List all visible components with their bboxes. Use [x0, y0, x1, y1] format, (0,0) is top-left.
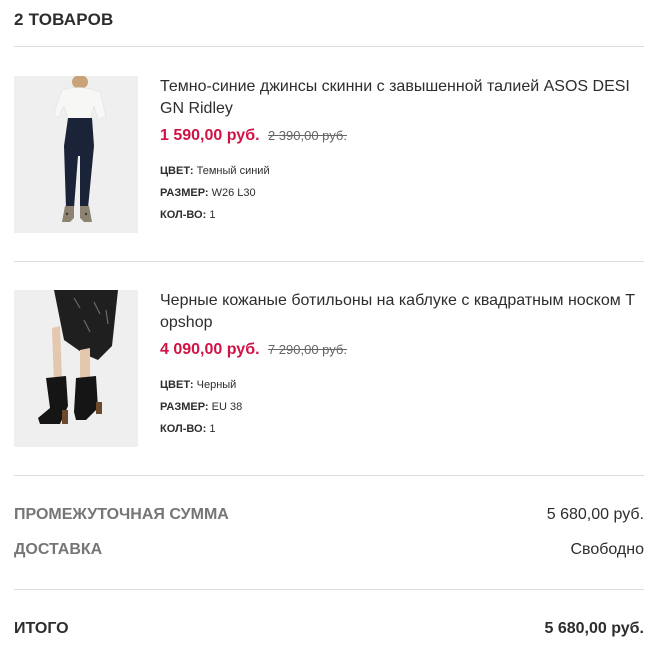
product-image-jeans[interactable]: [14, 76, 138, 233]
delivery-row: ДОСТАВКА Свободно: [14, 541, 644, 561]
quantity-value: 1: [209, 209, 216, 221]
item-info: Темно-синие джинсы скинни с завышенной т…: [160, 76, 642, 226]
size-label: РАЗМЕР:: [160, 187, 209, 199]
color-label: ЦВЕТ:: [160, 165, 194, 177]
size-value: W26 L30: [211, 187, 256, 199]
quantity-attribute: КОЛ-ВО: 1: [160, 204, 642, 226]
size-attribute: РАЗМЕР: W26 L30: [160, 182, 642, 204]
jeans-image-icon: [14, 76, 138, 233]
subtotal-row: ПРОМЕЖУТОЧНАЯ СУММА 5 680,00 руб.: [14, 506, 644, 526]
divider: [14, 46, 644, 47]
item-attributes: ЦВЕТ: Черный РАЗМЕР: EU 38 КОЛ-ВО: 1: [160, 374, 642, 440]
item-title[interactable]: Темно-синие джинсы скинни с завышенной т…: [160, 76, 642, 120]
cart-item: Темно-синие джинсы скинни с завышенной т…: [14, 76, 644, 236]
delivery-label: ДОСТАВКА: [14, 541, 103, 558]
total-value: 5 680,00 руб.: [544, 620, 644, 637]
item-title[interactable]: Черные кожаные ботильоны на каблуке с кв…: [160, 290, 642, 334]
divider: [14, 475, 644, 476]
item-attributes: ЦВЕТ: Темный синий РАЗМЕР: W26 L30 КОЛ-В…: [160, 160, 642, 226]
color-value: Темный синий: [196, 165, 270, 177]
item-info: Черные кожаные ботильоны на каблуке с кв…: [160, 290, 642, 440]
old-price: 7 290,00 руб.: [267, 342, 347, 357]
boots-image-icon: [14, 290, 138, 447]
color-label: ЦВЕТ:: [160, 379, 194, 391]
quantity-label: КОЛ-ВО:: [160, 209, 207, 221]
size-attribute: РАЗМЕР: EU 38: [160, 396, 642, 418]
size-label: РАЗМЕР:: [160, 401, 209, 413]
subtotal-value: 5 680,00 руб.: [546, 506, 644, 523]
divider: [14, 261, 644, 262]
quantity-attribute: КОЛ-ВО: 1: [160, 418, 642, 440]
quantity-label: КОЛ-ВО:: [160, 423, 207, 435]
color-attribute: ЦВЕТ: Черный: [160, 374, 642, 396]
current-price: 4 090,00 руб.: [160, 341, 260, 358]
quantity-value: 1: [209, 423, 216, 435]
price-row: 1 590,00 руб. 2 390,00 руб.: [160, 126, 642, 146]
old-price: 2 390,00 руб.: [267, 128, 347, 143]
cart-item-count: 2 ТОВАРОВ: [14, 10, 114, 29]
product-image-boots[interactable]: [14, 290, 138, 447]
price-row: 4 090,00 руб. 7 290,00 руб.: [160, 340, 642, 360]
total-label: ИТОГО: [14, 620, 69, 637]
cart-item: Черные кожаные ботильоны на каблуке с кв…: [14, 290, 644, 450]
current-price: 1 590,00 руб.: [160, 127, 260, 144]
subtotal-label: ПРОМЕЖУТОЧНАЯ СУММА: [14, 506, 229, 523]
color-attribute: ЦВЕТ: Темный синий: [160, 160, 642, 182]
delivery-value: Свободно: [570, 541, 644, 558]
size-value: EU 38: [211, 401, 243, 413]
total-row: ИТОГО 5 680,00 руб.: [14, 620, 644, 640]
color-value: Черный: [196, 379, 237, 391]
divider: [14, 589, 644, 590]
